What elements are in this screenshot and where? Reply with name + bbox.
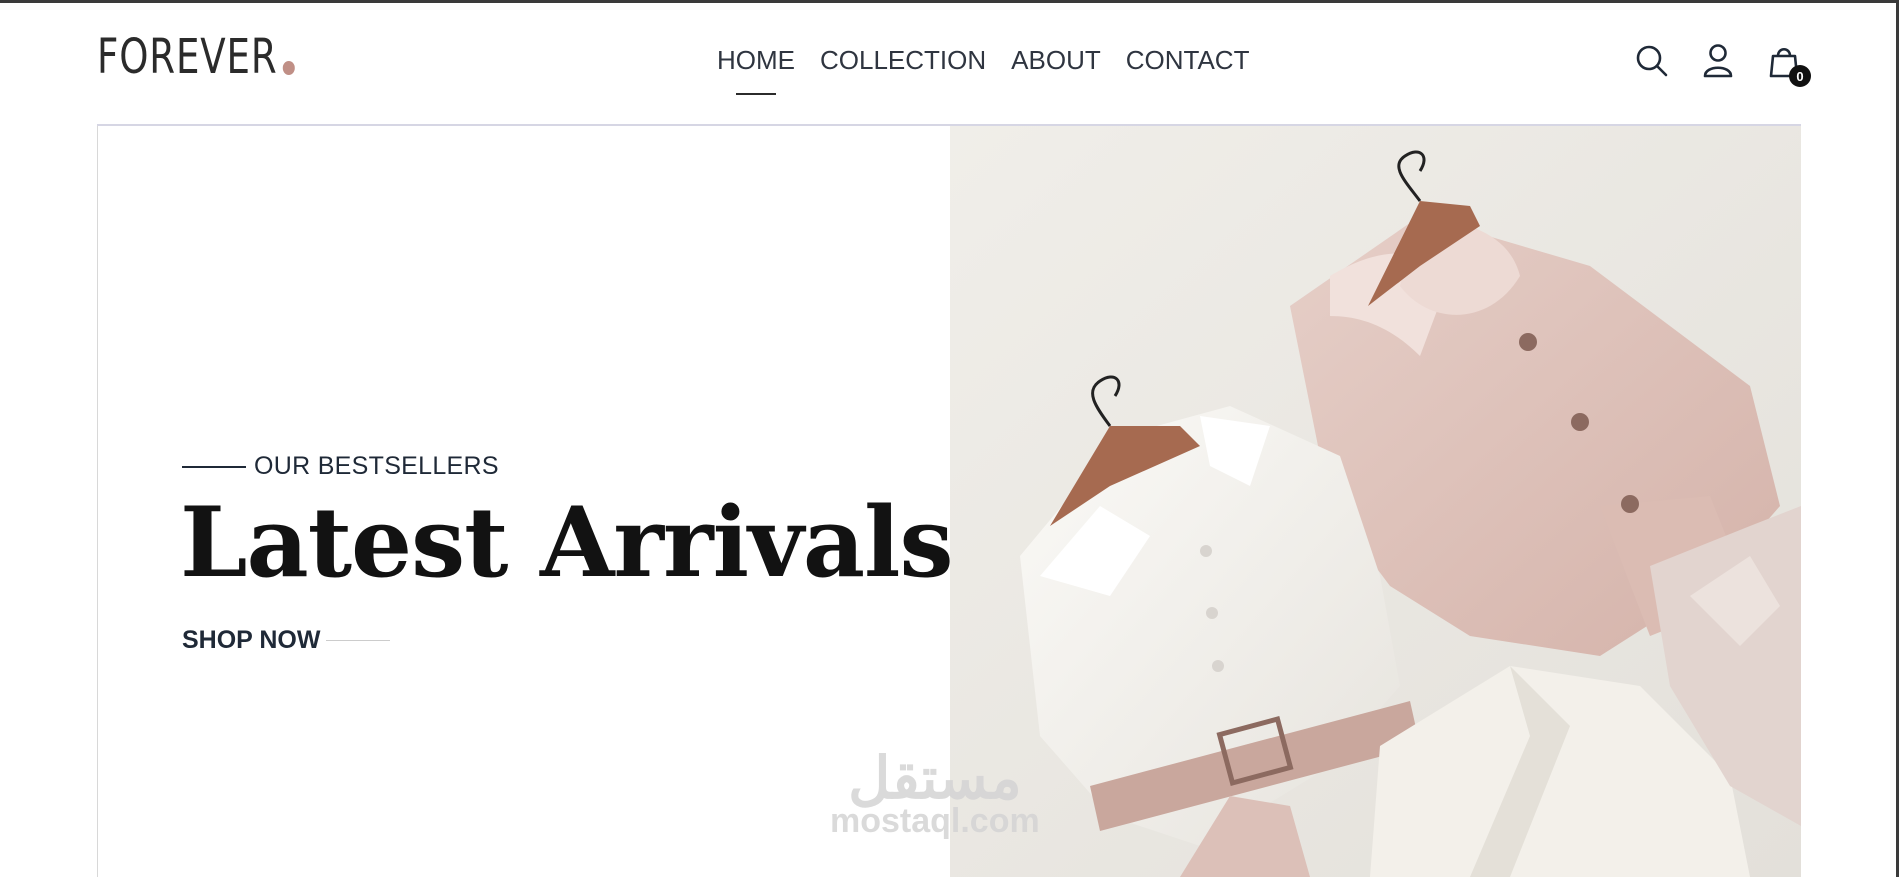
eyebrow-text: OUR BESTSELLERS [254, 452, 499, 480]
eyebrow-line [182, 465, 246, 468]
search-icon[interactable] [1635, 43, 1669, 79]
nav-contact[interactable]: CONTACT [1126, 47, 1250, 73]
hero-image [950, 126, 1801, 877]
profile-icon[interactable] [1701, 43, 1735, 79]
brand-name: FOREVER [97, 29, 278, 85]
nav-home[interactable]: HOME [717, 47, 795, 73]
shop-now-line [326, 640, 391, 641]
nav-collection[interactable]: COLLECTION [820, 47, 986, 73]
hero-banner: OUR BESTSELLERS Latest Arrivals SHOP NOW [97, 126, 1801, 877]
hero-eyebrow: OUR BESTSELLERS [182, 452, 499, 481]
main-nav: HOME COLLECTION ABOUT CONTACT [717, 47, 1249, 73]
site-header: FOREVER HOME COLLECTION ABOUT CONTACT 0 [97, 3, 1811, 125]
cart-count-badge: 0 [1789, 65, 1811, 87]
brand-logo-dot [282, 61, 295, 75]
hero-clothes-image [950, 126, 1801, 877]
hero-title: Latest Arrivals [180, 486, 954, 599]
shop-now-label: SHOP NOW [182, 626, 321, 654]
header-icons: 0 [1635, 43, 1811, 87]
shop-now-link[interactable]: SHOP NOW [182, 626, 391, 655]
cart-button[interactable]: 0 [1767, 43, 1811, 87]
hero-text-panel: OUR BESTSELLERS Latest Arrivals SHOP NOW [98, 126, 954, 877]
nav-about[interactable]: ABOUT [1011, 47, 1101, 73]
brand-logo[interactable]: FOREVER [97, 33, 295, 81]
